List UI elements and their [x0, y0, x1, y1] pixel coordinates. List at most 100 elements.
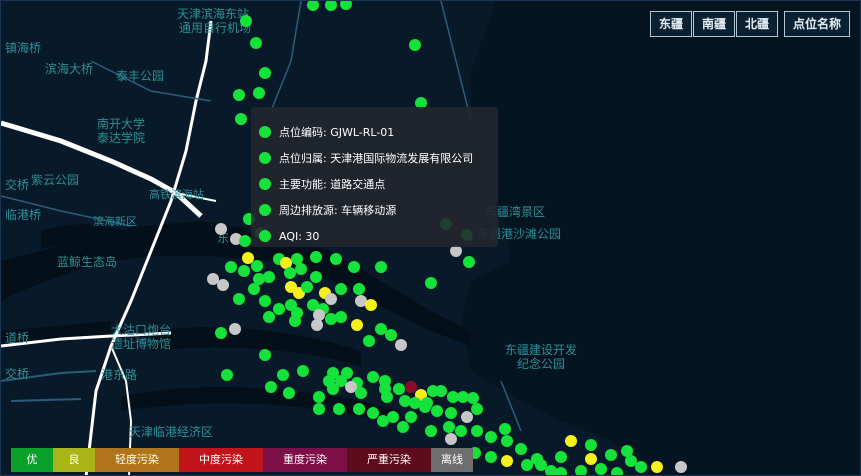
sensor-marker[interactable]: [425, 277, 437, 289]
sensor-marker[interactable]: [239, 235, 251, 247]
sensor-marker[interactable]: [259, 67, 271, 79]
site-name-button[interactable]: 点位名称: [783, 11, 850, 37]
sensor-marker[interactable]: [310, 271, 322, 283]
sensor-marker[interactable]: [283, 387, 295, 399]
sensor-marker[interactable]: [585, 453, 597, 465]
legend-offline[interactable]: 离线: [431, 448, 473, 472]
sensor-marker[interactable]: [377, 415, 389, 427]
legend-light-pollution[interactable]: 轻度污染: [95, 448, 179, 472]
sensor-marker[interactable]: [381, 391, 393, 403]
sensor-marker[interactable]: [419, 401, 431, 413]
sensor-marker[interactable]: [463, 256, 475, 268]
sensor-marker[interactable]: [259, 295, 271, 307]
sensor-marker[interactable]: [221, 369, 233, 381]
sensor-marker[interactable]: [365, 299, 377, 311]
sensor-marker[interactable]: [229, 323, 241, 335]
sensor-marker[interactable]: [253, 87, 265, 99]
sensor-marker[interactable]: [375, 261, 387, 273]
sensor-marker[interactable]: [425, 425, 437, 437]
sensor-marker[interactable]: [351, 319, 363, 331]
sensor-marker[interactable]: [445, 433, 457, 445]
sensor-marker[interactable]: [485, 451, 497, 463]
sensor-marker[interactable]: [215, 223, 227, 235]
sensor-marker[interactable]: [405, 411, 417, 423]
sensor-marker[interactable]: [289, 315, 301, 327]
sensor-marker[interactable]: [333, 403, 345, 415]
sensor-marker[interactable]: [240, 15, 252, 27]
sensor-marker[interactable]: [225, 261, 237, 273]
sensor-marker[interactable]: [327, 383, 339, 395]
sensor-marker[interactable]: [635, 461, 647, 473]
sensor-marker[interactable]: [233, 89, 245, 101]
beijiang-button[interactable]: 北疆: [735, 11, 778, 37]
legend-severe-pollution[interactable]: 严重污染: [347, 448, 431, 472]
sensor-marker[interactable]: [295, 263, 307, 275]
sensor-marker[interactable]: [335, 283, 347, 295]
sensor-marker[interactable]: [675, 461, 687, 473]
sensor-marker[interactable]: [277, 369, 289, 381]
sensor-marker[interactable]: [651, 461, 663, 473]
sensor-marker[interactable]: [595, 463, 607, 475]
sensor-marker[interactable]: [355, 387, 367, 399]
sensor-marker[interactable]: [297, 365, 309, 377]
sensor-marker[interactable]: [431, 405, 443, 417]
dongjiang-button[interactable]: 东疆: [649, 11, 692, 37]
sensor-marker[interactable]: [443, 421, 455, 433]
sensor-marker[interactable]: [307, 1, 319, 11]
sensor-marker[interactable]: [353, 403, 365, 415]
sensor-marker[interactable]: [235, 113, 247, 125]
sensor-marker[interactable]: [555, 467, 567, 475]
sensor-marker[interactable]: [435, 385, 447, 397]
sensor-marker[interactable]: [310, 251, 322, 263]
sensor-marker[interactable]: [330, 253, 342, 265]
sensor-marker[interactable]: [363, 335, 375, 347]
sensor-marker[interactable]: [393, 383, 405, 395]
sensor-marker[interactable]: [455, 425, 467, 437]
sensor-marker[interactable]: [325, 313, 337, 325]
sensor-marker[interactable]: [385, 329, 397, 341]
sensor-marker[interactable]: [367, 371, 379, 383]
sensor-marker[interactable]: [395, 339, 407, 351]
sensor-marker[interactable]: [471, 403, 483, 415]
sensor-marker[interactable]: [233, 293, 245, 305]
sensor-marker[interactable]: [471, 425, 483, 437]
sensor-marker[interactable]: [353, 283, 365, 295]
sensor-marker[interactable]: [461, 411, 473, 423]
sensor-marker[interactable]: [485, 431, 497, 443]
sensor-marker[interactable]: [259, 349, 271, 361]
sensor-marker[interactable]: [605, 449, 617, 461]
sensor-marker[interactable]: [301, 281, 313, 293]
sensor-marker[interactable]: [575, 465, 587, 475]
sensor-marker[interactable]: [215, 327, 227, 339]
sensor-marker[interactable]: [348, 261, 360, 273]
sensor-marker[interactable]: [263, 311, 275, 323]
sensor-marker[interactable]: [265, 381, 277, 393]
sensor-marker[interactable]: [521, 459, 533, 471]
sensor-marker[interactable]: [501, 455, 513, 467]
sensor-marker[interactable]: [565, 435, 577, 447]
sensor-marker[interactable]: [445, 407, 457, 419]
sensor-marker[interactable]: [250, 37, 262, 49]
sensor-marker[interactable]: [325, 293, 337, 305]
sensor-marker[interactable]: [251, 260, 263, 272]
sensor-marker[interactable]: [611, 467, 623, 475]
sensor-marker[interactable]: [273, 303, 285, 315]
sensor-marker[interactable]: [217, 279, 229, 291]
legend-good[interactable]: 优: [11, 448, 53, 472]
sensor-marker[interactable]: [313, 403, 325, 415]
legend-medium-pollution[interactable]: 中度污染: [179, 448, 263, 472]
sensor-marker[interactable]: [499, 423, 511, 435]
sensor-marker[interactable]: [248, 283, 260, 295]
sensor-marker[interactable]: [501, 435, 513, 447]
sensor-marker[interactable]: [313, 391, 325, 403]
sensor-marker[interactable]: [238, 265, 250, 277]
sensor-marker[interactable]: [409, 39, 421, 51]
sensor-marker[interactable]: [515, 443, 527, 455]
sensor-marker[interactable]: [340, 1, 352, 10]
sensor-marker[interactable]: [341, 367, 353, 379]
legend-heavy-pollution[interactable]: 重度污染: [263, 448, 347, 472]
map-view[interactable]: 天津滨海东站 通用自行机场 镇海桥 滨海大桥 泰丰公园 南开大学 泰达学院 交桥…: [0, 0, 861, 476]
sensor-marker[interactable]: [555, 451, 567, 463]
sensor-marker[interactable]: [325, 1, 337, 11]
nanjiang-button[interactable]: 南疆: [692, 11, 735, 37]
